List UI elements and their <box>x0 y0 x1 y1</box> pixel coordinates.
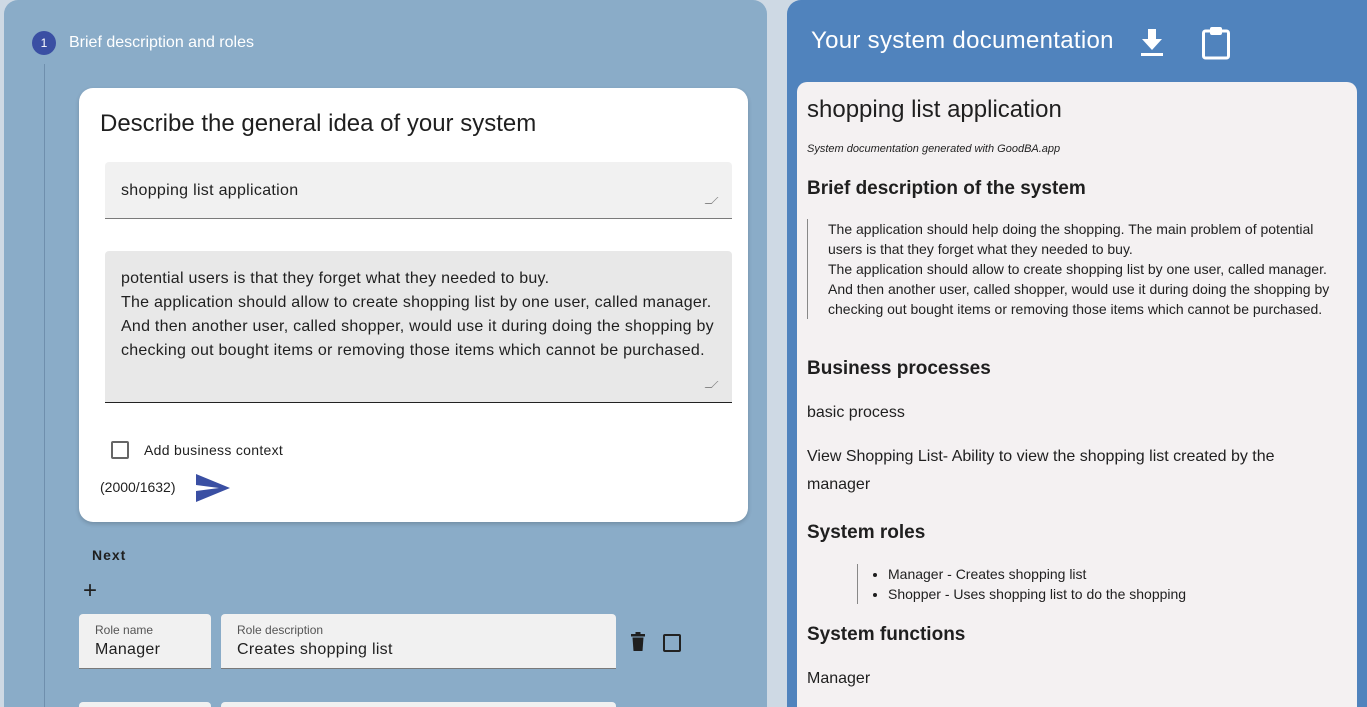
copy-to-clipboard-button[interactable] <box>1201 26 1231 65</box>
download-icon <box>1141 29 1163 56</box>
role-list-item: Manager - Creates shopping list <box>888 564 1186 584</box>
resize-handle-icon[interactable] <box>704 197 719 204</box>
character-counter: (2000/1632) <box>100 479 176 495</box>
role-name-field[interactable]: Role name Manager <box>79 614 211 669</box>
resize-handle-icon[interactable] <box>704 381 719 388</box>
step-number-badge: 1 <box>32 31 56 55</box>
card-title: Describe the general idea of your system <box>100 110 537 137</box>
download-button[interactable] <box>1140 29 1164 62</box>
system-name-field[interactable]: shopping list application <box>105 162 732 219</box>
role-checkbox[interactable] <box>663 634 681 652</box>
documentation-panel: Your system documentation shopping list … <box>787 0 1367 707</box>
business-context-label[interactable]: Add business context <box>144 442 283 458</box>
role-list-item: Shopper - Uses shopping list to do the s… <box>888 584 1186 604</box>
role-name-label: Role name <box>95 623 154 637</box>
brief-description-text: The application should help doing the sh… <box>807 219 1342 319</box>
next-button[interactable]: Next <box>92 547 126 563</box>
step-title: Brief description and roles <box>69 34 254 51</box>
step-header[interactable]: 1 Brief description and roles <box>32 31 254 55</box>
business-context-row[interactable]: Add business context <box>111 441 283 459</box>
delete-role-button[interactable] <box>630 632 646 657</box>
add-role-button[interactable]: + <box>83 578 97 604</box>
system-name-value: shopping list application <box>121 182 299 199</box>
doc-title: shopping list application <box>807 96 1062 123</box>
role-description-field[interactable] <box>221 702 616 707</box>
generated-note: System documentation generated with Good… <box>807 143 1061 155</box>
send-icon <box>196 474 230 502</box>
process-item: basic process <box>807 404 905 421</box>
system-roles-heading: System roles <box>807 522 926 543</box>
idea-card: Describe the general idea of your system… <box>79 88 748 522</box>
role-name-value: Manager <box>95 641 161 658</box>
role-name-field[interactable] <box>79 702 211 707</box>
business-processes-heading: Business processes <box>807 358 991 379</box>
documentation-content: shopping list application System documen… <box>797 82 1357 707</box>
step-connector-line <box>44 64 45 707</box>
business-context-checkbox[interactable] <box>111 441 129 459</box>
documentation-panel-title: Your system documentation <box>811 27 1114 54</box>
system-functions-heading: System functions <box>807 624 966 645</box>
process-item: View Shopping List- Ability to view the … <box>807 448 1275 493</box>
brief-description-heading: Brief description of the system <box>807 178 1086 199</box>
role-description-label: Role description <box>237 623 324 637</box>
system-description-field[interactable]: potential users is that they forget what… <box>105 251 732 403</box>
left-panel: 1 Brief description and roles Describe t… <box>4 0 767 707</box>
role-description-value: Creates shopping list <box>237 641 393 658</box>
role-description-field[interactable]: Role description Creates shopping list <box>221 614 616 669</box>
system-roles-list: Manager - Creates shopping list Shopper … <box>857 564 1186 604</box>
trash-icon <box>631 632 645 651</box>
send-button[interactable] <box>195 473 231 508</box>
clipboard-icon <box>1202 27 1230 60</box>
system-description-value: potential users is that they forget what… <box>121 270 714 359</box>
function-item: Manager <box>807 670 871 687</box>
